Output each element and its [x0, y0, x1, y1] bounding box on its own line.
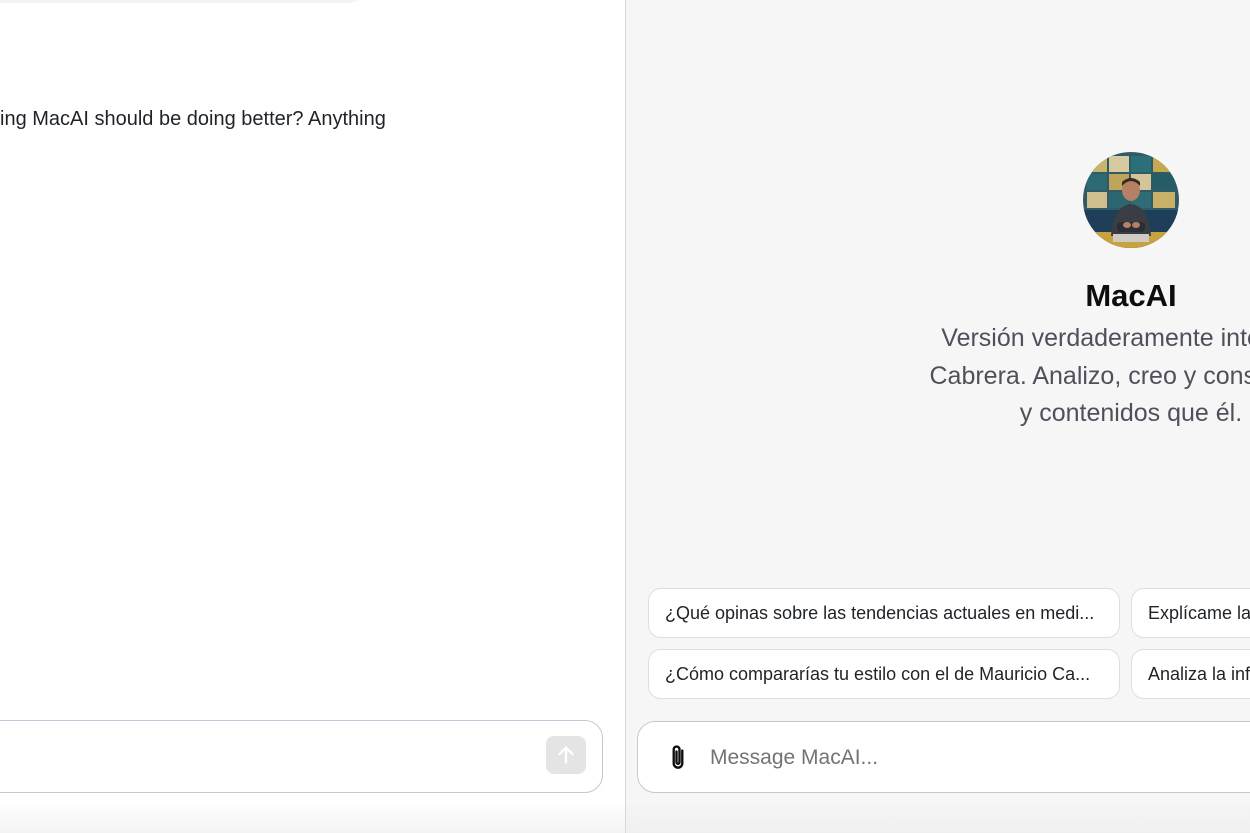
arrow-up-icon [558, 746, 574, 764]
left-bottom-fade [0, 801, 625, 833]
attach-button[interactable] [662, 742, 694, 774]
profile-description-line: y contenidos que él. [1019, 399, 1243, 427]
suggestion-chip[interactable]: Analiza la inf [1131, 649, 1250, 699]
left-message-composer[interactable] [0, 720, 603, 793]
avatar [1083, 152, 1179, 248]
app-window: ing MacAI should be doing better? Anythi… [0, 0, 1250, 833]
right-chat-pane: MacAI Versión verdaderamente inteligent … [626, 0, 1250, 833]
left-chat-pane: ing MacAI should be doing better? Anythi… [0, 0, 625, 833]
assistant-message: ing MacAI should be doing better? Anythi… [0, 108, 386, 130]
send-button[interactable] [546, 736, 586, 774]
previous-message-bubble [0, 0, 364, 3]
suggestion-chip[interactable]: ¿Cómo compararías tu estilo con el de Ma… [648, 649, 1120, 699]
profile-name: MacAI [1085, 278, 1177, 313]
message-composer [637, 721, 1250, 793]
suggestion-chip[interactable]: Explícame la [1131, 588, 1250, 638]
profile-description: Versión verdaderamente inteligent Cabrer… [781, 320, 1250, 433]
message-input[interactable] [710, 740, 1250, 776]
suggestion-chip[interactable]: ¿Qué opinas sobre las tendencias actuale… [648, 588, 1120, 638]
profile-description-line: Cabrera. Analizo, creo y construyo n [929, 361, 1250, 390]
right-bottom-fade [626, 801, 1250, 833]
avatar-photo [1083, 152, 1179, 248]
paperclip-icon [672, 745, 684, 769]
profile-description-line: Versión verdaderamente inteligent [941, 324, 1250, 352]
